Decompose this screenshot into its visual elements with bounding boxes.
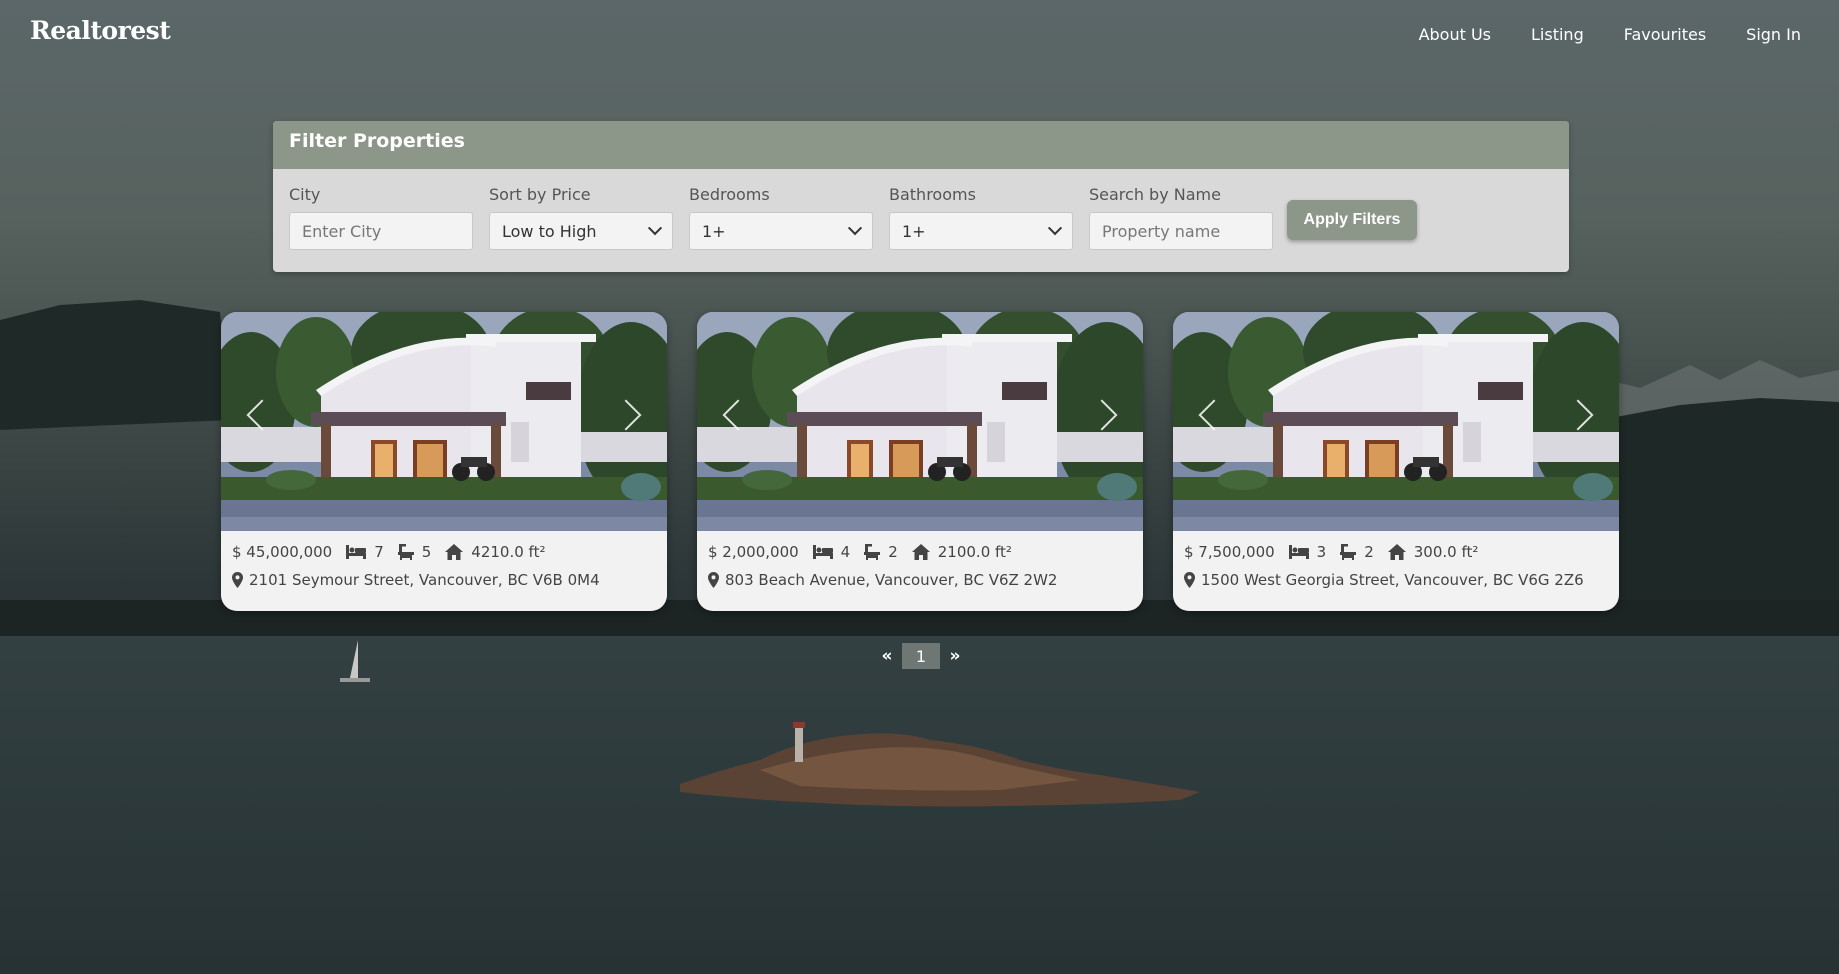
home-icon <box>911 544 930 560</box>
bedrooms-select[interactable]: 1+ <box>689 212 873 250</box>
bath-icon <box>864 544 881 560</box>
nav-about-us[interactable]: About Us <box>1419 25 1491 44</box>
nav-listing[interactable]: Listing <box>1531 25 1584 44</box>
location-pin-icon <box>1184 572 1195 588</box>
bathrooms-filter: Bathrooms 1+ <box>889 185 1073 250</box>
bedroom-count: 3 <box>1316 543 1327 561</box>
bedrooms-filter: Bedrooms 1+ <box>689 185 873 250</box>
name-filter: Search by Name Property name <box>1089 185 1273 250</box>
property-area: 2100.0 ft² <box>937 543 1012 561</box>
property-image <box>1173 312 1619 531</box>
property-area: 4210.0 ft² <box>471 543 546 561</box>
property-address: 803 Beach Avenue, Vancouver, BC V6Z 2W2 <box>725 571 1058 589</box>
bathroom-count: 2 <box>888 543 898 561</box>
name-label: Search by Name <box>1089 185 1221 204</box>
nav-favourites[interactable]: Favourites <box>1624 25 1706 44</box>
bathrooms-label: Bathrooms <box>889 185 976 204</box>
apply-filters-button[interactable]: Apply Filters <box>1287 200 1417 240</box>
filter-panel: Filter Properties City Enter City Sort b… <box>273 121 1569 272</box>
property-card[interactable]: $ 2,000,000 4 2 2100.0 ft² 803 Beach Ave… <box>697 312 1143 611</box>
property-area: 300.0 ft² <box>1413 543 1479 561</box>
bedrooms-value: 1+ <box>702 221 726 241</box>
sort-filter: Sort by Price Low to High <box>489 185 673 250</box>
location-pin-icon <box>708 572 719 588</box>
bed-icon <box>346 545 367 559</box>
sort-select[interactable]: Low to High <box>489 212 673 250</box>
home-icon <box>1387 544 1406 560</box>
property-address: 2101 Seymour Street, Vancouver, BC V6B 0… <box>249 571 600 589</box>
bathrooms-select[interactable]: 1+ <box>889 212 1073 250</box>
bedrooms-label: Bedrooms <box>689 185 770 204</box>
property-card[interactable]: $ 45,000,000 7 5 4210.0 ft² 2101 Seymour… <box>221 312 667 611</box>
chevron-down-icon <box>647 221 663 236</box>
nav-sign-in[interactable]: Sign In <box>1746 25 1801 44</box>
bed-icon <box>812 545 833 559</box>
top-navbar: Realtorest About Us Listing Favourites S… <box>0 0 1839 70</box>
pagination-prev[interactable]: « <box>872 646 902 666</box>
property-price: $ 2,000,000 <box>708 543 799 561</box>
bathroom-count: 5 <box>421 543 432 561</box>
bedroom-count: 7 <box>374 543 384 561</box>
pagination: « 1 » <box>872 643 970 669</box>
home-icon <box>445 544 464 560</box>
location-pin-icon <box>232 572 243 588</box>
pagination-page-current[interactable]: 1 <box>902 643 940 669</box>
property-price: $ 45,000,000 <box>232 543 333 561</box>
pagination-next[interactable]: » <box>940 646 970 666</box>
property-price: $ 7,500,000 <box>1184 543 1275 561</box>
filter-title: Filter Properties <box>273 121 1569 169</box>
chevron-down-icon <box>1047 221 1063 236</box>
bedroom-count: 4 <box>840 543 851 561</box>
bath-icon <box>1340 544 1357 560</box>
property-image <box>221 312 667 531</box>
property-card[interactable]: $ 7,500,000 3 2 300.0 ft² 1500 West Geor… <box>1173 312 1619 611</box>
property-image <box>697 312 1143 531</box>
chevron-down-icon <box>847 221 863 236</box>
bathroom-count: 2 <box>1364 543 1374 561</box>
brand-logo[interactable]: Realtorest <box>30 16 171 45</box>
city-label: City <box>289 185 321 204</box>
nav-links: About Us Listing Favourites Sign In <box>1419 25 1801 44</box>
sort-value: Low to High <box>502 221 597 241</box>
property-address: 1500 West Georgia Street, Vancouver, BC … <box>1201 571 1584 589</box>
bath-icon <box>397 544 414 560</box>
property-name-input[interactable]: Property name <box>1089 212 1273 250</box>
city-input[interactable]: Enter City <box>289 212 473 250</box>
city-filter: City Enter City <box>289 185 473 250</box>
bathrooms-value: 1+ <box>902 221 926 241</box>
bed-icon <box>1288 545 1309 559</box>
sort-label: Sort by Price <box>489 185 591 204</box>
